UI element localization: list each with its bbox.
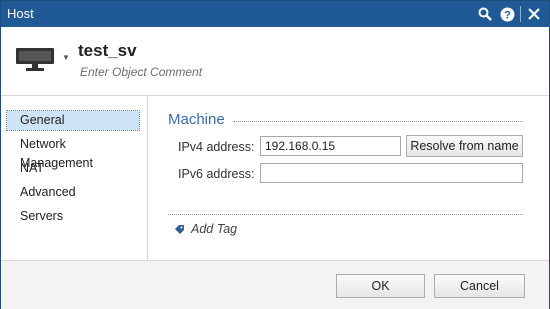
host-dialog: Host ? ▼ test_sv Enter Object Comment Ge…: [0, 0, 550, 309]
svg-text:?: ?: [504, 9, 511, 21]
sidebar-nav: General Network Management NAT Advanced …: [1, 96, 148, 260]
object-comment[interactable]: Enter Object Comment: [80, 65, 202, 79]
dialog-footer: OK Cancel: [1, 260, 549, 309]
sidebar-item-servers[interactable]: Servers: [7, 207, 139, 226]
sidebar-item-nat[interactable]: NAT: [7, 159, 139, 178]
tags-divider: [168, 214, 523, 215]
object-header: ▼ test_sv Enter Object Comment: [1, 27, 549, 96]
cancel-button[interactable]: Cancel: [434, 274, 525, 298]
sidebar-item-general[interactable]: General: [6, 110, 140, 131]
host-monitor-icon[interactable]: [15, 47, 55, 76]
tag-icon: [175, 224, 184, 234]
ipv4-address-input[interactable]: [260, 136, 401, 156]
sidebar-item-network-management[interactable]: Network Management: [7, 135, 139, 170]
close-icon[interactable]: [523, 4, 545, 24]
help-icon[interactable]: ?: [496, 4, 518, 24]
object-name[interactable]: test_sv: [78, 41, 137, 61]
add-tag-link[interactable]: Add Tag: [174, 222, 237, 236]
ipv4-label: IPv4 address:: [178, 140, 255, 154]
title-bar[interactable]: Host ?: [1, 1, 549, 27]
window-title: Host: [7, 6, 34, 21]
add-tag-label: Add Tag: [191, 222, 238, 236]
search-icon[interactable]: [474, 4, 496, 24]
ipv6-label: IPv6 address:: [178, 167, 255, 181]
section-title-machine: Machine: [168, 111, 225, 128]
chevron-down-icon[interactable]: ▼: [62, 53, 70, 62]
ipv6-address-input[interactable]: [260, 163, 523, 183]
sidebar-item-advanced[interactable]: Advanced: [7, 183, 139, 202]
section-divider: [233, 121, 523, 122]
resolve-from-name-button[interactable]: Resolve from name: [406, 135, 523, 157]
ok-button[interactable]: OK: [336, 274, 425, 298]
